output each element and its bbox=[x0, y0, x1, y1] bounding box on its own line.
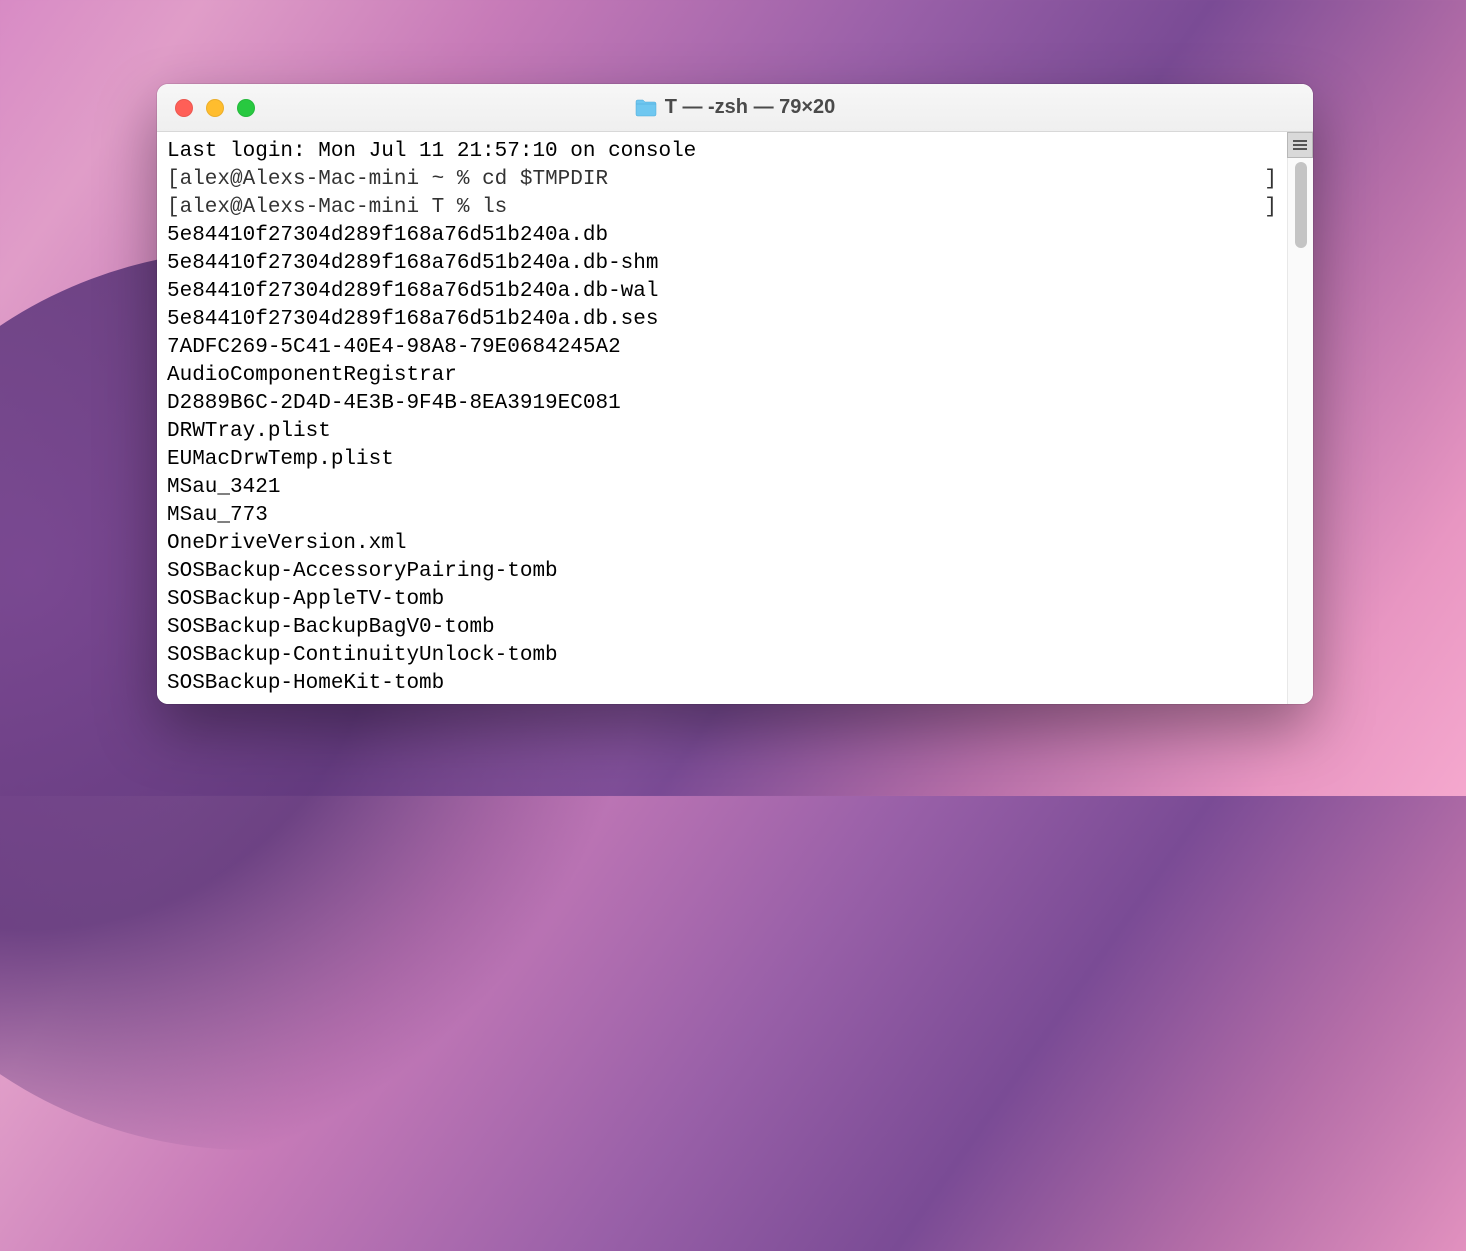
terminal-output-line: SOSBackup-BackupBagV0-tomb bbox=[167, 614, 1277, 642]
terminal-output-line: 7ADFC269-5C41-40E4-98A8-79E0684245A2 bbox=[167, 334, 1277, 362]
window-title-text: T — -zsh — 79×20 bbox=[665, 96, 836, 119]
prompt-text: [alex@Alexs-Mac-mini ~ % cd $TMPDIR bbox=[167, 166, 608, 194]
prompt-close-bracket: ] bbox=[1264, 166, 1277, 194]
terminal-output-line: D2889B6C-2D4D-4E3B-9F4B-8EA3919EC081 bbox=[167, 390, 1277, 418]
folder-icon bbox=[635, 99, 657, 117]
terminal-output-line: 5e84410f27304d289f168a76d51b240a.db bbox=[167, 222, 1277, 250]
terminal-line: Last login: Mon Jul 11 21:57:10 on conso… bbox=[167, 138, 1277, 166]
terminal-output-line: AudioComponentRegistrar bbox=[167, 362, 1277, 390]
terminal-prompt-line: [alex@Alexs-Mac-mini T % ls] bbox=[167, 194, 1277, 222]
scrollbar-thumb[interactable] bbox=[1295, 162, 1307, 248]
traffic-lights bbox=[157, 99, 255, 117]
terminal-output-line: OneDriveVersion.xml bbox=[167, 530, 1277, 558]
maximize-button[interactable] bbox=[237, 99, 255, 117]
terminal-output-line: 5e84410f27304d289f168a76d51b240a.db-wal bbox=[167, 278, 1277, 306]
close-button[interactable] bbox=[175, 99, 193, 117]
terminal-output-line: SOSBackup-AccessoryPairing-tomb bbox=[167, 558, 1277, 586]
terminal-output-line: 5e84410f27304d289f168a76d51b240a.db-shm bbox=[167, 250, 1277, 278]
terminal-output-line: SOSBackup-HomeKit-tomb bbox=[167, 670, 1277, 698]
command-text: cd $TMPDIR bbox=[482, 168, 608, 191]
terminal-content[interactable]: Last login: Mon Jul 11 21:57:10 on conso… bbox=[157, 132, 1287, 704]
terminal-output-line: MSau_3421 bbox=[167, 474, 1277, 502]
prompt-close-bracket: ] bbox=[1264, 194, 1277, 222]
prompt-text: [alex@Alexs-Mac-mini T % ls bbox=[167, 194, 507, 222]
terminal-prompt-line: [alex@Alexs-Mac-mini ~ % cd $TMPDIR] bbox=[167, 166, 1277, 194]
terminal-output-line: SOSBackup-ContinuityUnlock-tomb bbox=[167, 642, 1277, 670]
window-title: T — -zsh — 79×20 bbox=[635, 96, 836, 119]
terminal-output-line: DRWTray.plist bbox=[167, 418, 1277, 446]
terminal-output-line: MSau_773 bbox=[167, 502, 1277, 530]
command-text: ls bbox=[482, 196, 507, 219]
terminal-output-line: EUMacDrwTemp.plist bbox=[167, 446, 1277, 474]
scrollbar[interactable] bbox=[1287, 132, 1313, 704]
scroll-corner-icon[interactable] bbox=[1287, 132, 1313, 158]
minimize-button[interactable] bbox=[206, 99, 224, 117]
window-titlebar[interactable]: T — -zsh — 79×20 bbox=[157, 84, 1313, 132]
terminal-output-line: SOSBackup-AppleTV-tomb bbox=[167, 586, 1277, 614]
terminal-output-line: 5e84410f27304d289f168a76d51b240a.db.ses bbox=[167, 306, 1277, 334]
terminal-body: Last login: Mon Jul 11 21:57:10 on conso… bbox=[157, 132, 1313, 704]
terminal-window: T — -zsh — 79×20 Last login: Mon Jul 11 … bbox=[157, 84, 1313, 704]
